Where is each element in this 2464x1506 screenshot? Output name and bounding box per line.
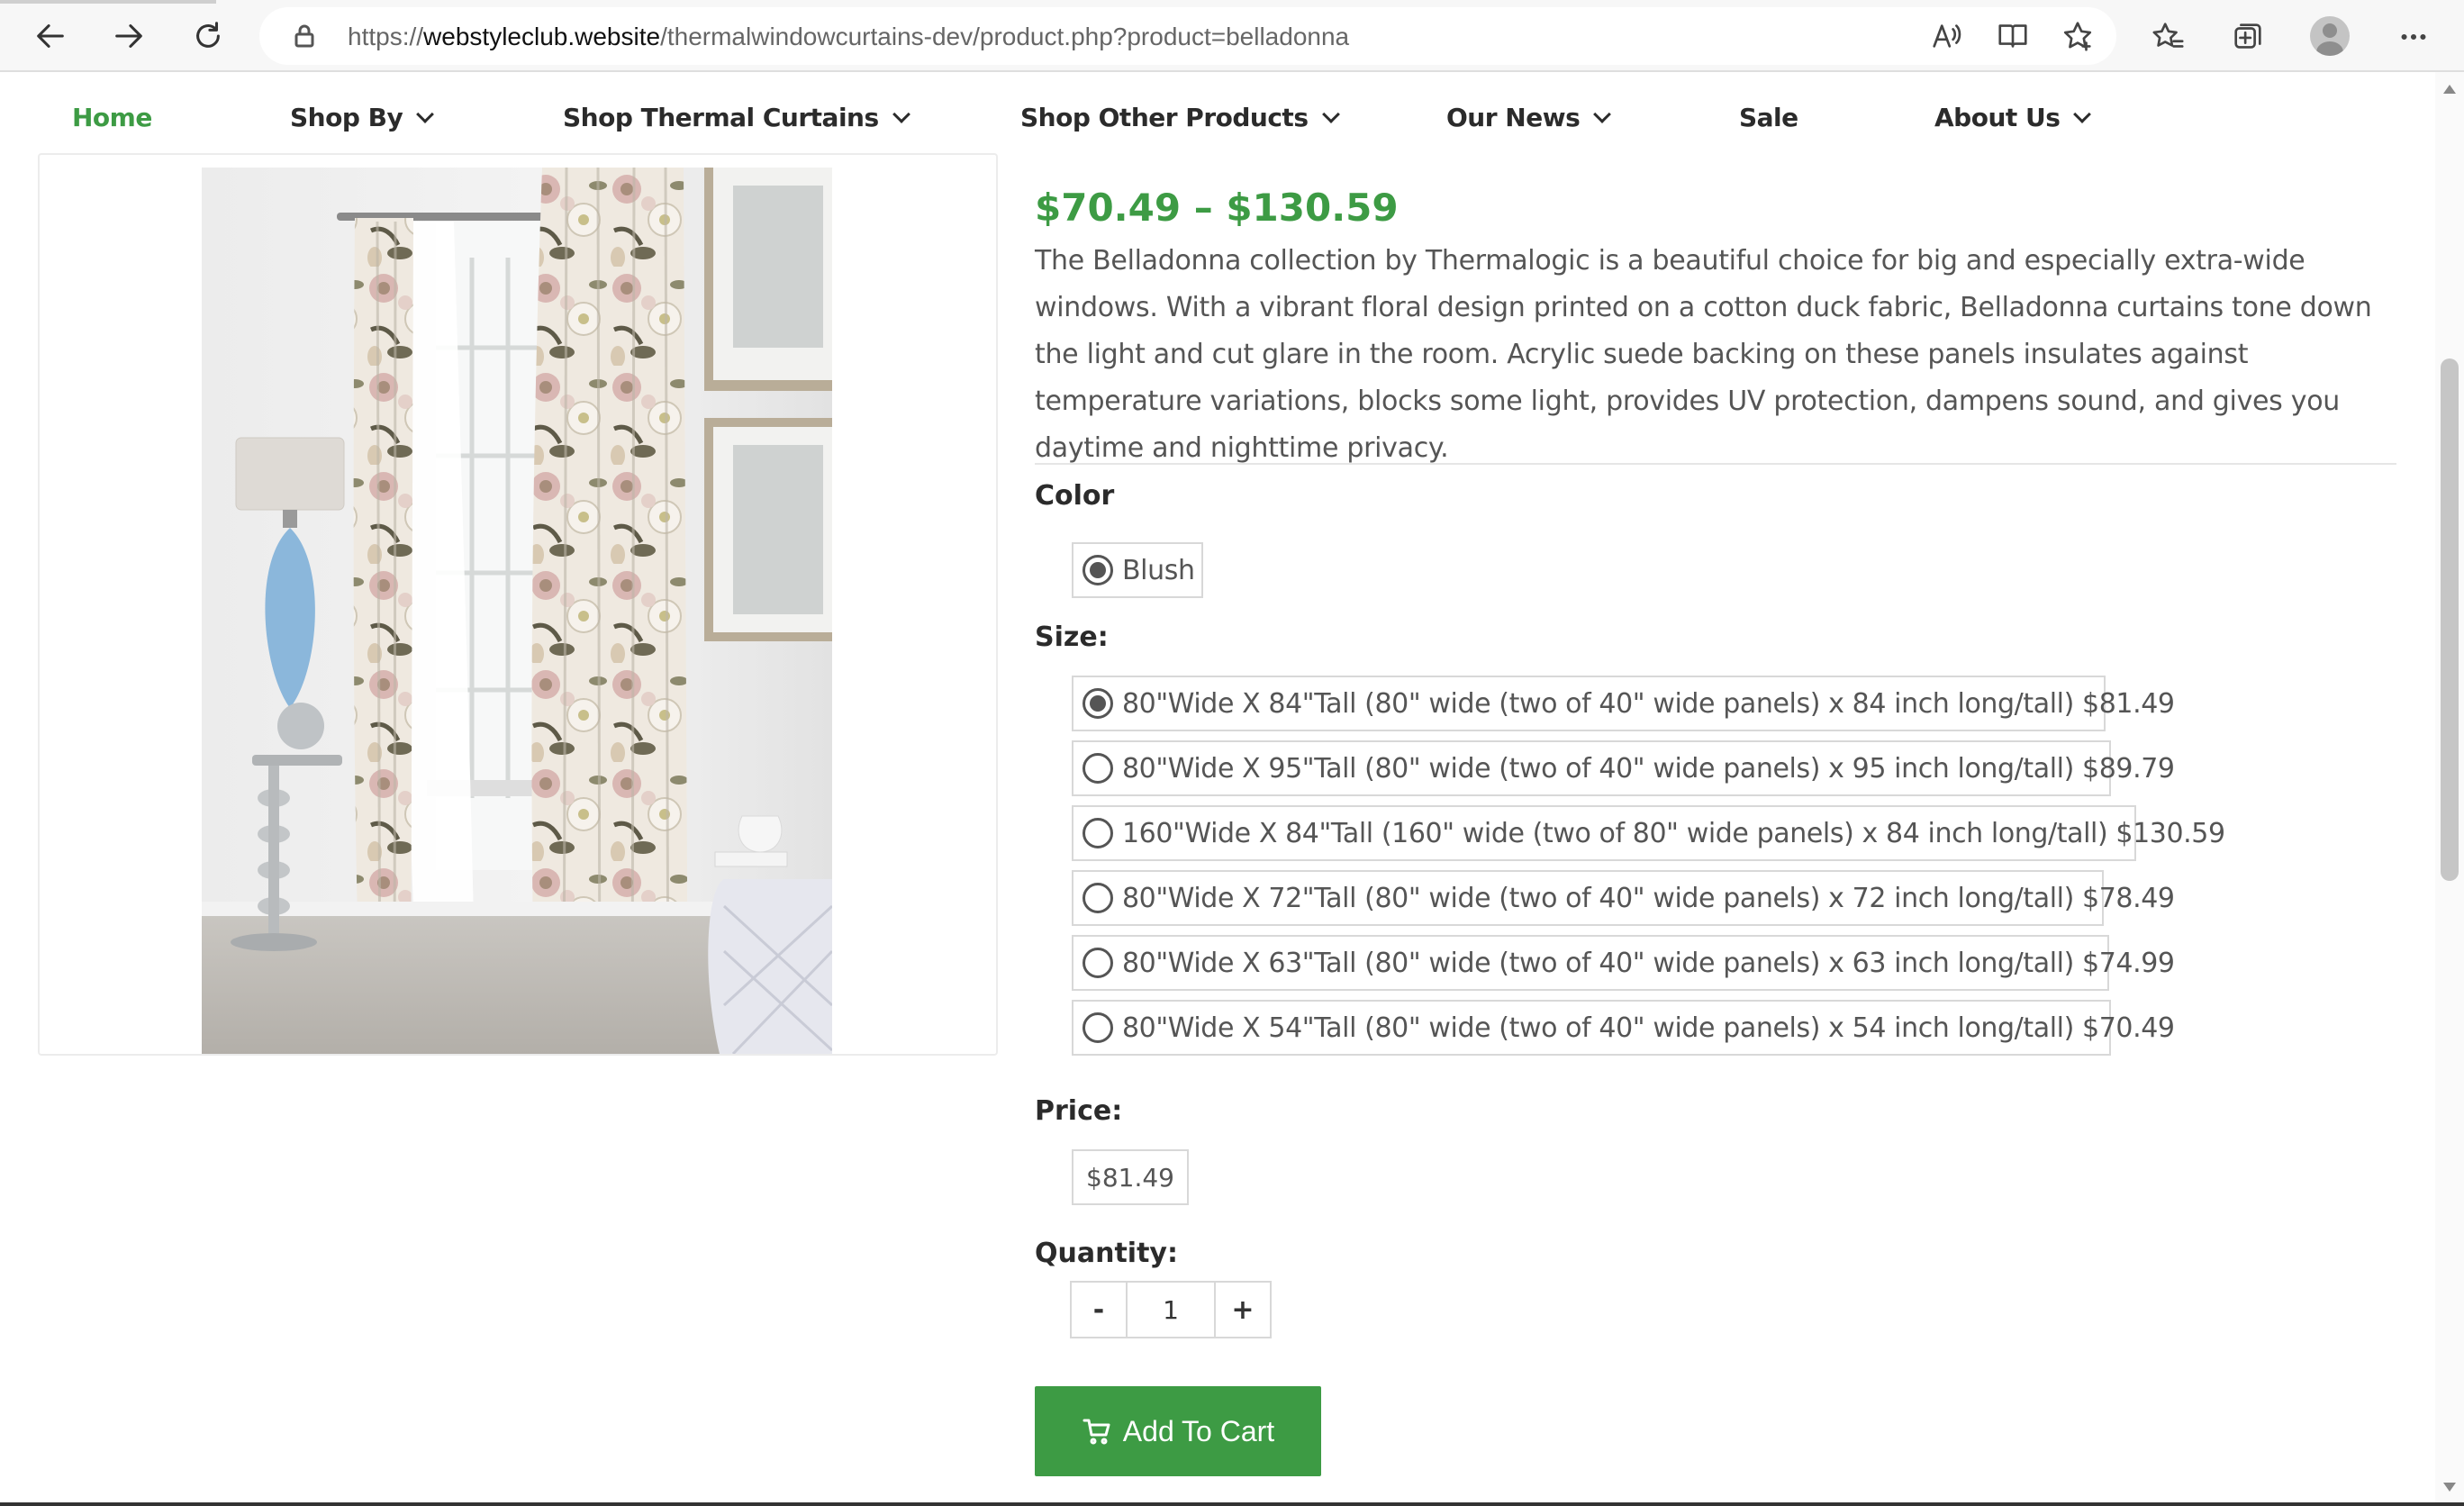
star-add-icon [2063, 22, 2092, 51]
read-aloud-button[interactable] [1926, 16, 1966, 56]
browser-toolbar: https://webstyleclub.website/thermalwind… [0, 0, 2464, 72]
nav-about-us-label: About Us [1934, 103, 2061, 132]
collections-icon [2234, 23, 2261, 49]
arrow-left-icon [37, 24, 64, 48]
chevron-down-icon [416, 104, 435, 123]
radio-button[interactable] [1083, 753, 1113, 784]
product-image[interactable] [202, 168, 832, 1054]
radio-button[interactable] [1083, 948, 1113, 978]
size-option[interactable]: 80"Wide X 95"Tall (80" wide (two of 40" … [1072, 740, 2175, 796]
favorites-icon [2152, 23, 2184, 48]
window-bottom-edge [0, 1502, 2464, 1506]
back-button[interactable] [25, 11, 76, 61]
page-scrollbar[interactable] [2435, 72, 2464, 1502]
quantity-input[interactable]: 1 [1126, 1281, 1216, 1338]
add-favorite-button[interactable] [2058, 16, 2097, 56]
size-option[interactable]: 80"Wide X 54"Tall (80" wide (two of 40" … [1072, 1000, 2175, 1056]
nav-shop-other-products-label: Shop Other Products [1020, 103, 1309, 132]
lock-icon [292, 23, 317, 49]
url-text[interactable]: https://webstyleclub.website/thermalwind… [348, 23, 1349, 51]
nav-sale-label: Sale [1739, 103, 1798, 132]
size-option-label: 160"Wide X 84"Tall (160" wide (two of 80… [1122, 817, 2225, 849]
book-icon [1998, 24, 2027, 48]
size-option-label: 80"Wide X 84"Tall (80" wide (two of 40" … [1122, 687, 2175, 720]
immersive-reader-button[interactable] [1993, 16, 2033, 56]
color-label: Color [1035, 480, 1115, 512]
radio-button[interactable] [1083, 1012, 1113, 1043]
chevron-down-icon [2073, 104, 2092, 123]
add-to-cart-label: Add To Cart [1122, 1414, 1275, 1447]
url-path: /thermalwindowcurtains-dev/product.php?p… [660, 23, 1350, 50]
radio-button[interactable] [1083, 883, 1113, 913]
chevron-down-icon [892, 104, 910, 123]
add-to-cart-button[interactable]: Add To Cart [1035, 1386, 1321, 1476]
nav-shop-thermal-curtains-label: Shop Thermal Curtains [563, 103, 879, 132]
nav-our-news[interactable]: Our News [1446, 103, 1612, 132]
color-option-label: Blush [1122, 554, 1195, 586]
size-option[interactable]: 80"Wide X 63"Tall (80" wide (two of 40" … [1072, 935, 2175, 991]
quantity-decrease-button[interactable]: - [1070, 1281, 1128, 1338]
nav-about-us[interactable]: About Us [1934, 103, 2092, 132]
address-bar[interactable]: https://webstyleclub.website/thermalwind… [259, 7, 2116, 65]
scrollbar-thumb[interactable] [2441, 358, 2459, 881]
size-option[interactable]: 80"Wide X 72"Tall (80" wide (two of 40" … [1072, 870, 2175, 926]
tab-indicator [0, 0, 216, 4]
nav-home-label: Home [72, 103, 152, 132]
divider [1035, 463, 2396, 465]
scroll-up-arrow-icon[interactable] [2443, 85, 2456, 94]
more-options-button[interactable] [2392, 15, 2435, 59]
size-option-label: 80"Wide X 72"Tall (80" wide (two of 40" … [1122, 882, 2175, 914]
arrow-right-icon [115, 24, 142, 48]
quantity-label: Quantity: [1035, 1238, 1178, 1269]
size-option[interactable]: 80"Wide X 84"Tall (80" wide (two of 40" … [1072, 676, 2175, 731]
scroll-down-arrow-icon[interactable] [2443, 1483, 2456, 1492]
url-prefix: https:// [348, 23, 424, 50]
read-aloud-icon [1933, 24, 1961, 48]
url-host: webstyleclub.website [423, 23, 661, 50]
refresh-icon [196, 22, 220, 48]
size-option-label: 80"Wide X 63"Tall (80" wide (two of 40" … [1122, 947, 2175, 979]
color-option-blush[interactable]: Blush [1072, 542, 1203, 598]
quantity-increase-button[interactable]: + [1214, 1281, 1272, 1338]
chevron-down-icon [1593, 104, 1612, 123]
cart-icon [1083, 1419, 1110, 1445]
size-option-label: 80"Wide X 95"Tall (80" wide (two of 40" … [1122, 752, 2175, 785]
nav-shop-thermal-curtains[interactable]: Shop Thermal Curtains [563, 103, 910, 132]
favorites-button[interactable] [2147, 15, 2190, 59]
price-range: $70.49 – $130.59 [1035, 186, 1399, 230]
collections-button[interactable] [2226, 15, 2269, 59]
size-option-label: 80"Wide X 54"Tall (80" wide (two of 40" … [1122, 1012, 2175, 1044]
radio-button[interactable] [1083, 688, 1113, 719]
price-label: Price: [1035, 1095, 1123, 1127]
forward-button[interactable] [104, 11, 154, 61]
nav-home[interactable]: Home [72, 103, 152, 132]
size-option[interactable]: 160"Wide X 84"Tall (160" wide (two of 80… [1072, 805, 2225, 861]
product-description: The Belladonna collection by Thermalogic… [1035, 245, 2372, 464]
size-label: Size: [1035, 621, 1109, 653]
nav-our-news-label: Our News [1446, 103, 1581, 132]
price-value: $81.49 [1072, 1149, 1189, 1205]
more-horizontal-icon [2401, 33, 2426, 41]
profile-avatar[interactable] [2310, 16, 2350, 56]
nav-shop-other-products[interactable]: Shop Other Products [1020, 103, 1340, 132]
nav-shop-by-label: Shop By [290, 103, 403, 132]
radio-button[interactable] [1083, 818, 1113, 848]
nav-shop-by[interactable]: Shop By [290, 103, 435, 132]
radio-button[interactable] [1083, 555, 1113, 585]
chevron-down-icon [1321, 104, 1340, 123]
refresh-button[interactable] [183, 11, 233, 61]
nav-sale[interactable]: Sale [1739, 103, 1798, 132]
